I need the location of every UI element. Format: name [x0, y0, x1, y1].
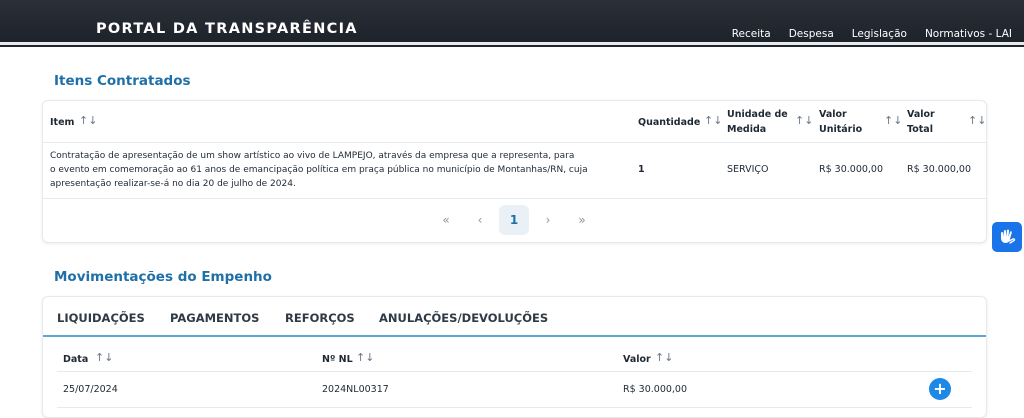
tab-anulacoes-devolucoes[interactable]: ANULAÇÕES/DEVOLUÇÕES [379, 311, 548, 325]
item-valor-total: R$ 30.000,00 [907, 164, 972, 175]
page-current-button[interactable]: 1 [499, 205, 529, 235]
expand-row-button[interactable]: + [929, 378, 951, 400]
item-description: Contratação de apresentação de um show a… [50, 149, 630, 191]
page-first-button[interactable]: « [431, 205, 461, 235]
item-unidade: SERVIÇO [727, 164, 769, 175]
page-next-button[interactable]: › [533, 205, 563, 235]
sort-nl-icon[interactable]: ↑↓ [356, 351, 374, 364]
item-description-line1: Contratação de apresentação de um show a… [50, 151, 575, 161]
movements-row-divider [57, 407, 972, 408]
header-divider-dark [0, 45, 1024, 47]
col-data-header: Data [63, 354, 89, 365]
portal-brand[interactable]: PORTAL DA TRANSPARÊNCIA [96, 21, 358, 37]
tab-liquidacoes[interactable]: LIQUIDAÇÕES [57, 311, 145, 325]
tab-reforcos[interactable]: REFORÇOS [285, 311, 355, 325]
nav-despesa[interactable]: Despesa [789, 28, 834, 40]
col-valor-header: Valor [623, 354, 651, 365]
items-pagination: « ‹ 1 › » [0, 205, 1024, 235]
item-description-line2: o evento em comemoração ao 61 anos de em… [50, 165, 588, 175]
item-description-line3: apresentação realizar-se-á no dia 20 de … [50, 179, 296, 189]
col-nl-header: Nº NL [322, 354, 353, 365]
col-valor-unitario-line2: Unitário [819, 124, 863, 135]
col-valor-total-line1: Valor [907, 109, 935, 120]
sort-quantidade-icon[interactable]: ↑↓ [704, 114, 722, 127]
items-section-title: Itens Contratados [54, 73, 191, 89]
sort-item-icon[interactable]: ↑↓ [79, 114, 97, 127]
main-nav: Receita Despesa Legislação Normativos - … [732, 28, 1012, 40]
page-prev-button[interactable]: ‹ [465, 205, 495, 235]
sort-data-icon[interactable]: ↑↓ [95, 351, 113, 364]
tab-pagamentos[interactable]: PAGAMENTOS [170, 311, 259, 325]
col-item-header: Item [50, 117, 75, 128]
movement-nl: 2024NL00317 [322, 384, 389, 395]
col-unidade-line1: Unidade de [727, 109, 788, 120]
sort-valor-unitario-icon[interactable]: ↑↓ [884, 114, 902, 127]
col-valor-unitario-header: Valor Unitário [819, 107, 862, 137]
items-row-divider [43, 198, 986, 199]
movement-valor: R$ 30.000,00 [623, 384, 688, 395]
item-valor-unitario: R$ 30.000,00 [819, 164, 884, 175]
nav-normativos-lai[interactable]: Normativos - LAI [925, 28, 1012, 40]
accessibility-button[interactable] [992, 222, 1022, 252]
col-valor-total-line2: Total [907, 124, 933, 135]
item-quantidade: 1 [638, 164, 645, 175]
movements-section-title: Movimentações do Empenho [54, 269, 272, 285]
items-header-divider [43, 142, 986, 143]
col-quantidade-header: Quantidade [638, 117, 701, 128]
tabs-divider [43, 335, 986, 337]
sort-valor-icon[interactable]: ↑↓ [655, 351, 673, 364]
sort-valor-total-icon[interactable]: ↑↓ [968, 114, 986, 127]
sign-language-icon [1001, 229, 1016, 244]
sort-unidade-icon[interactable]: ↑↓ [795, 114, 813, 127]
col-unidade-line2: Medida [727, 124, 767, 135]
movements-header-divider [57, 371, 972, 372]
nav-receita[interactable]: Receita [732, 28, 771, 40]
top-header: PORTAL DA TRANSPARÊNCIA Receita Despesa … [0, 0, 1024, 47]
nav-legislacao[interactable]: Legislação [852, 28, 907, 40]
movements-card: LIQUIDAÇÕES PAGAMENTOS REFORÇOS ANULAÇÕE… [42, 296, 987, 418]
page-last-button[interactable]: » [567, 205, 597, 235]
col-valor-unitario-line1: Valor [819, 109, 847, 120]
col-valor-total-header: Valor Total [907, 107, 935, 137]
movement-data: 25/07/2024 [63, 384, 118, 395]
col-unidade-header: Unidade de Medida [727, 107, 788, 137]
